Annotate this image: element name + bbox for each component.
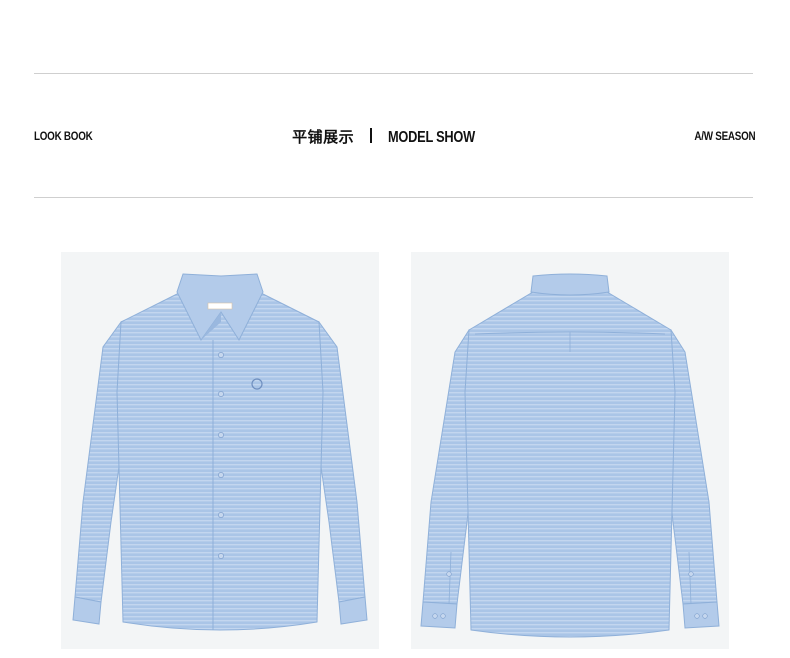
product-image-front [61, 252, 379, 649]
top-divider [34, 73, 753, 74]
title-chinese: 平铺展示 [292, 128, 355, 146]
section-header: LOOK BOOK 平铺展示 MODEL SHOW A/W SEASON [34, 126, 755, 148]
title-separator [370, 128, 373, 143]
bottom-divider [34, 197, 753, 198]
title-english: MODEL SHOW [388, 129, 476, 146]
season-label: A/W SEASON [694, 129, 755, 143]
shirt-front-illustration [72, 273, 368, 631]
section-title: 平铺展示 MODEL SHOW [34, 126, 755, 147]
product-image-back [411, 252, 729, 649]
shirt-back-illustration [420, 273, 720, 638]
